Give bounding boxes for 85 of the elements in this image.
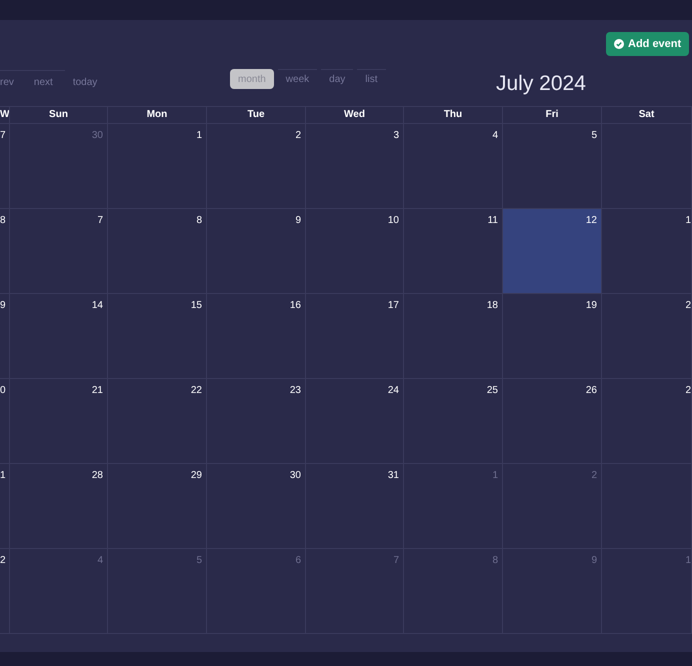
calendar-title: July 2024 [496, 71, 586, 97]
day-number: 18 [486, 299, 498, 313]
today-cell[interactable]: 12 [503, 209, 602, 294]
day-number: 19 [586, 299, 597, 313]
week-number: 0 [0, 385, 6, 396]
day-cell[interactable]: 14 [10, 294, 108, 379]
day-number: 1 [685, 214, 691, 228]
day-number: 11 [488, 214, 498, 228]
day-number: 9 [591, 554, 597, 568]
day-cell[interactable]: 15 [108, 294, 207, 379]
day-cell[interactable]: 2 [207, 124, 306, 209]
column-header: Fri [503, 107, 602, 124]
day-cell[interactable]: 10 [306, 209, 404, 294]
day-number: 14 [92, 299, 103, 313]
day-number: 12 [586, 214, 597, 228]
day-cell[interactable]: 31 [306, 464, 404, 549]
day-cell[interactable]: 23 [207, 379, 306, 464]
day-cell[interactable]: 4 [404, 124, 503, 209]
day-number: 26 [586, 384, 597, 398]
day-number: 23 [290, 384, 301, 398]
day-cell[interactable]: 8 [108, 209, 207, 294]
week-number: 8 [0, 215, 6, 226]
day-number: 15 [190, 299, 202, 313]
day-number: 5 [591, 129, 597, 143]
week-number: 9 [0, 300, 6, 311]
day-number: 2 [295, 129, 301, 143]
column-header: Tue [207, 107, 306, 124]
week-number: 7 [0, 130, 6, 141]
column-header: Mon [108, 107, 207, 124]
day-number: 30 [290, 469, 301, 483]
day-cell[interactable]: 22 [108, 379, 207, 464]
day-number: 7 [97, 214, 103, 228]
day-cell[interactable]: 18 [404, 294, 503, 379]
day-number: 3 [393, 129, 399, 143]
column-header: Sat [602, 107, 692, 124]
day-number: 1 [196, 129, 202, 143]
day-number: 29 [190, 469, 202, 483]
day-cell[interactable]: 21 [10, 379, 108, 464]
day-number: 17 [388, 299, 399, 313]
day-cell[interactable]: 9 [207, 209, 306, 294]
day-cell[interactable] [602, 124, 692, 209]
day-cell[interactable]: 1 [108, 124, 207, 209]
day-number: 22 [190, 384, 202, 398]
day-number: 4 [492, 129, 498, 143]
day-cell[interactable]: 24 [306, 379, 404, 464]
day-cell[interactable]: 26 [503, 379, 602, 464]
day-number: 2 [685, 384, 691, 398]
day-cell[interactable]: 2 [602, 294, 692, 379]
column-header: Sun [10, 107, 108, 124]
day-cell[interactable]: 7 [10, 209, 108, 294]
day-number: 6 [295, 554, 301, 568]
day-number: 28 [92, 469, 103, 483]
day-number: 1 [685, 554, 691, 568]
day-cell[interactable]: 30 [207, 464, 306, 549]
day-cell[interactable]: 3 [306, 124, 404, 209]
day-cell[interactable]: 17 [306, 294, 404, 379]
day-number: 9 [295, 214, 301, 228]
column-header: Thu [404, 107, 503, 124]
week-number: 1 [0, 470, 6, 481]
day-number: 21 [92, 384, 103, 398]
day-cell[interactable]: 16 [207, 294, 306, 379]
day-number: 4 [97, 554, 103, 568]
add-event-button[interactable]: Add event [606, 32, 690, 56]
day-cell[interactable]: 25 [404, 379, 503, 464]
day-number: 24 [388, 384, 399, 398]
day-number: 30 [92, 129, 103, 143]
day-cell[interactable]: 19 [503, 294, 602, 379]
day-number: 25 [486, 384, 498, 398]
day-number: 2 [591, 469, 597, 483]
day-number: 16 [290, 299, 301, 313]
day-cell[interactable]: 28 [10, 464, 108, 549]
week-number: 2 [0, 555, 6, 566]
day-number: 7 [393, 554, 399, 568]
day-number: 8 [196, 214, 202, 228]
day-cell[interactable]: 2 [602, 379, 692, 464]
day-number: 5 [196, 554, 202, 568]
day-number: 1 [492, 469, 498, 483]
day-cell[interactable]: 1 [602, 209, 692, 294]
day-number: 2 [685, 299, 691, 313]
column-header: Wed [306, 107, 404, 124]
day-number: 10 [388, 214, 399, 228]
check-circle-icon [614, 39, 624, 49]
day-number: 8 [492, 554, 498, 568]
day-cell[interactable]: 29 [108, 464, 207, 549]
day-number: 31 [388, 469, 399, 483]
